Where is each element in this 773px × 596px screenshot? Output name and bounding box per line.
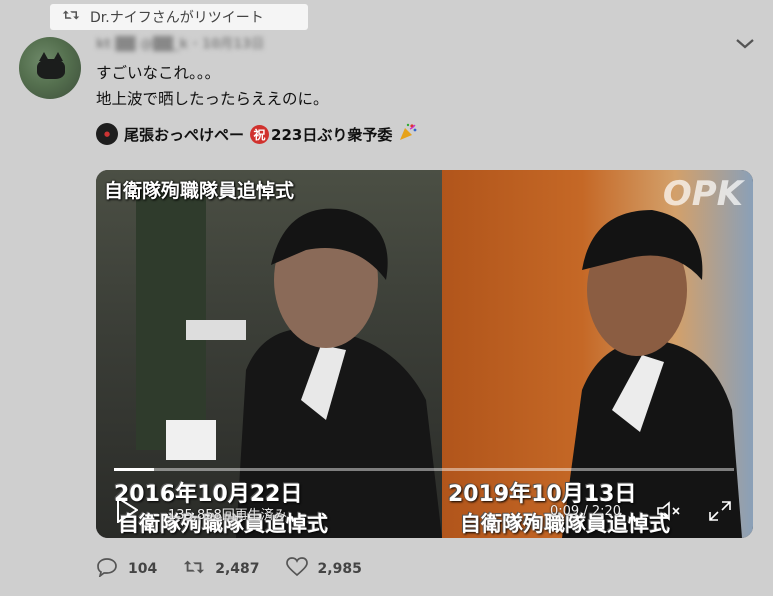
video-watermark: OPK — [662, 174, 743, 214]
retweet-banner[interactable]: Dr.ナイフさんがリツイート — [50, 4, 308, 30]
quoted-author[interactable]: ● 尾張おっぺけペー 祝 223日ぶり衆予委 — [96, 122, 418, 146]
retweet-banner-text: Dr.ナイフさんがリツイート — [90, 10, 264, 26]
tweet-text-line1: すごいなこれ。。。 — [96, 64, 221, 82]
retweet-action-icon — [183, 557, 205, 581]
party-popper-icon — [398, 122, 418, 146]
view-count: 135,858回再生済み — [168, 508, 287, 523]
retweet-icon — [62, 8, 80, 26]
author-name-blurred[interactable]: kt ██ @██_k · 10月13日 — [96, 33, 356, 55]
tweet-text-line2: 地上波で晒したったらええのに。 — [96, 90, 329, 108]
chevron-down-icon[interactable] — [734, 36, 756, 52]
tweet-actions: 104 2,487 2,985 — [96, 557, 388, 581]
play-icon[interactable] — [116, 496, 139, 524]
retweet-button[interactable]: 2,487 — [183, 557, 260, 581]
video-progress-fill — [114, 468, 155, 471]
video-time: 0:09 / 2:20 — [550, 504, 622, 519]
heart-icon — [285, 557, 308, 581]
quoted-avatar[interactable]: ● — [96, 123, 118, 145]
mute-icon[interactable] — [656, 500, 682, 522]
celebration-badge: 祝 — [250, 124, 270, 144]
reply-icon — [96, 557, 118, 581]
video-player[interactable]: 自衛隊殉職隊員追悼式 OPK 2016年10月22日 2019年10月13日 自… — [96, 170, 753, 538]
tweet-text: すごいなこれ。。。 地上波で晒したったらええのに。 — [96, 60, 329, 112]
reply-button[interactable]: 104 — [96, 557, 157, 581]
reply-count: 104 — [128, 561, 158, 577]
video-progress-bar[interactable] — [114, 468, 734, 471]
quoted-author-name: 尾張おっぺけペー — [124, 125, 245, 144]
avatar[interactable] — [19, 37, 81, 99]
video-caption-top: 自衛隊殉職隊員追悼式 — [104, 180, 295, 202]
quoted-author-suffix: 223日ぶり衆予委 — [271, 125, 393, 144]
like-count: 2,985 — [317, 561, 362, 577]
like-button[interactable]: 2,985 — [285, 557, 362, 581]
retweet-count: 2,487 — [215, 561, 260, 577]
fullscreen-icon[interactable] — [708, 500, 732, 522]
